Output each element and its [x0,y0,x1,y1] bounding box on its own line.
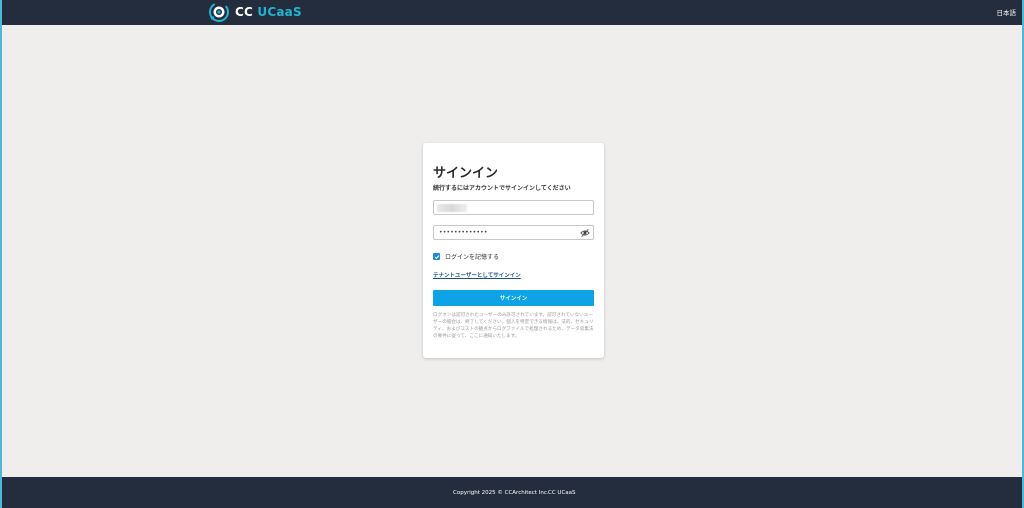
redacted-username [437,204,467,212]
eye-slash-icon[interactable] [580,228,590,238]
footer-copyright: Copyright 2025 © CCArchitect Inc. [453,490,549,496]
logo-text-ucaas: UCaaS [257,5,302,19]
logo-icon [209,2,229,22]
tenant-signin-link[interactable]: テナントユーザーとしてサインイン [433,271,521,279]
brand-logo[interactable]: CC UCaaS [208,1,302,23]
logo-text: CC UCaaS [235,5,302,19]
signin-button[interactable]: サインイン [433,290,594,306]
logo-text-cc: CC [235,5,254,19]
signin-subtitle: 続行するにはアカウントでサインインしてください [433,185,571,192]
remember-checkbox[interactable] [433,253,440,260]
password-field[interactable]: ••••••••••••• [433,225,594,240]
language-selector[interactable]: 日本語 [997,7,1017,17]
password-mask: ••••••••••••• [439,229,488,236]
username-field[interactable] [433,200,594,215]
signin-title: サインイン [433,166,499,181]
legal-notice: ログオンは認可されたユーザーのみ許可されています。認可されていないユーザーの場合… [433,313,594,339]
remember-label[interactable]: ログインを記憶する [445,252,499,261]
top-navbar: CC UCaaS 日本語 [2,0,1022,25]
check-icon [434,254,439,259]
signin-card: サインイン 続行するにはアカウントでサインインしてください ••••••••••… [423,143,604,358]
footer-brand: CC UCaaS [548,490,576,496]
remember-me: ログインを記憶する [433,252,499,261]
footer: Copyright 2025 © CCArchitect Inc. CC UCa… [2,477,1022,508]
app-frame: CC UCaaS 日本語 サインイン 続行するにはアカウントでサインインしてくだ… [2,0,1022,508]
